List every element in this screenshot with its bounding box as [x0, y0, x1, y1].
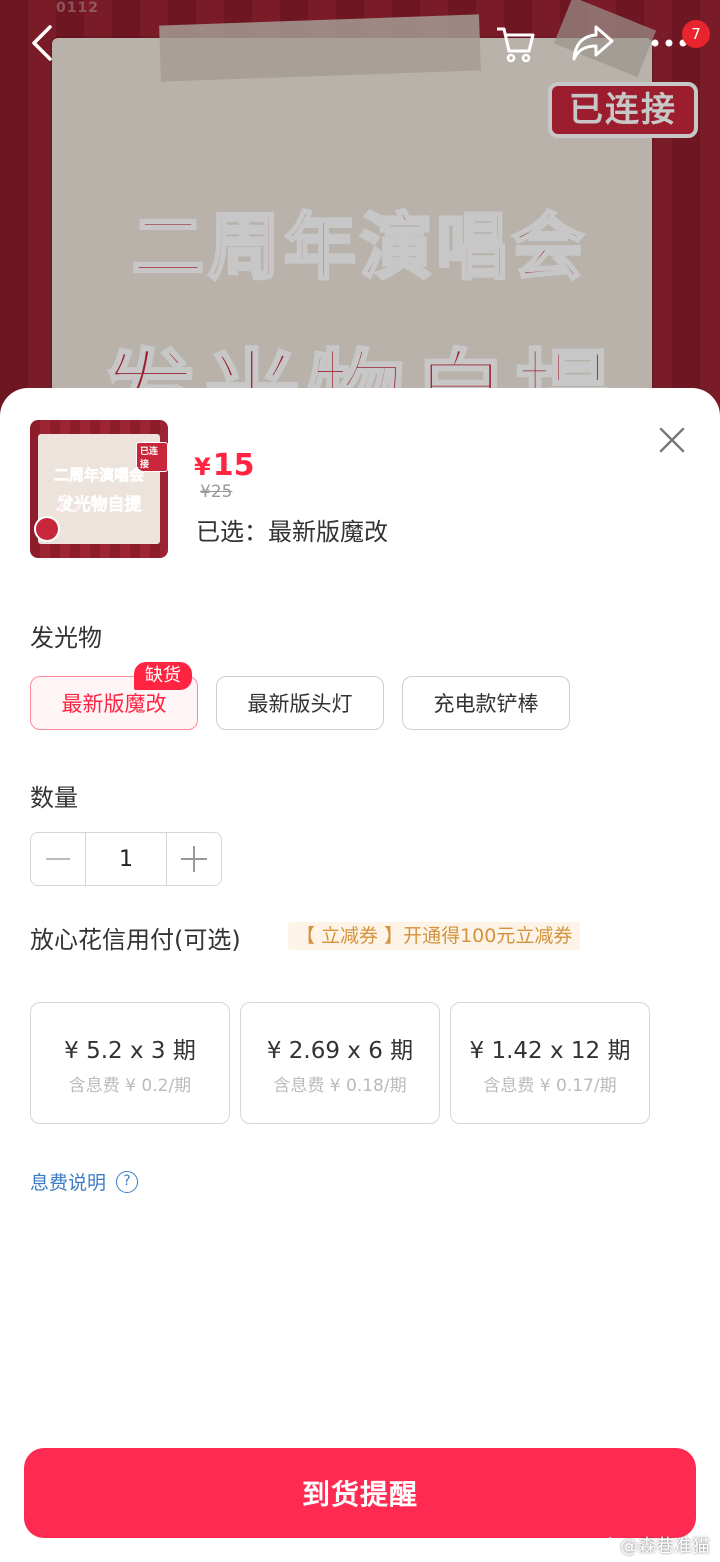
help-icon: ?: [116, 1170, 139, 1193]
plan-fee: 含息费 ¥ 0.18/期: [273, 1076, 407, 1096]
option-label: 最新版魔改: [61, 692, 167, 716]
plan-fee: 含息费 ¥ 0.2/期: [68, 1076, 192, 1096]
thumb-subtitle: 发光物自提: [56, 495, 142, 516]
option-label: 充电款铲棒: [433, 692, 539, 716]
share-button[interactable]: [568, 18, 618, 68]
plus-icon: [181, 846, 207, 872]
restock-reminder-button[interactable]: 到货提醒: [24, 1448, 696, 1538]
promo-tag: 【 立减券 】开通得100元立减券: [288, 922, 581, 950]
fee-link-label: 息费说明: [30, 1172, 107, 1194]
quantity-title: 数量: [30, 784, 78, 812]
share-icon: [572, 25, 614, 61]
out-of-stock-badge: 缺货: [134, 662, 192, 690]
watermark: @森巷准猫: [594, 1532, 710, 1558]
installment-plan-3[interactable]: ¥ 5.2 x 3 期 含息费 ¥ 0.2/期: [30, 1002, 230, 1124]
cart-button[interactable]: [490, 18, 540, 68]
option-label: 最新版头灯: [247, 692, 353, 716]
cart-icon: [497, 27, 535, 63]
notification-badge: 7: [682, 20, 710, 48]
increment-button[interactable]: [167, 833, 221, 885]
fee-explanation-link[interactable]: 息费说明 ?: [30, 1168, 139, 1195]
plan-amount: ¥ 2.69 x 6 期: [266, 1038, 414, 1064]
installment-plan-6[interactable]: ¥ 2.69 x 6 期 含息费 ¥ 0.18/期: [240, 1002, 440, 1124]
plan-amount: ¥ 1.42 x 12 期: [469, 1038, 631, 1064]
currency-symbol: ¥: [194, 453, 211, 481]
decrement-button[interactable]: [31, 833, 85, 885]
watermark-text: @森巷准猫: [620, 1536, 710, 1557]
close-button[interactable]: [652, 420, 692, 460]
original-price: ¥25: [200, 482, 233, 502]
weibo-icon: [594, 1537, 615, 1554]
current-price: ¥15: [194, 448, 254, 483]
thumb-title: 二周年演唱会: [53, 466, 145, 485]
option-group-title: 发光物: [30, 624, 102, 652]
selected-label: 已选：: [196, 518, 268, 546]
plan-amount: ¥ 5.2 x 3 期: [64, 1038, 196, 1064]
plan-fee: 含息费 ¥ 0.17/期: [483, 1076, 617, 1096]
payment-title: 放心花信用付(可选): [30, 926, 241, 954]
installment-plan-12[interactable]: ¥ 1.42 x 12 期 含息费 ¥ 0.17/期: [450, 1002, 650, 1124]
chevron-left-icon: [32, 25, 52, 61]
sku-selector-sheet: 已连接 二周年演唱会 发光物自提 ¥15 ¥25 已选：最新版魔改 发光物 最新…: [0, 388, 720, 1562]
quantity-stepper: 1: [30, 832, 222, 886]
product-thumbnail: 已连接 二周年演唱会 发光物自提: [30, 420, 168, 558]
minus-icon: [46, 858, 70, 860]
selected-value: 最新版魔改: [268, 518, 388, 546]
back-button[interactable]: [18, 18, 68, 68]
close-icon: [659, 427, 685, 453]
price-value: 15: [212, 448, 255, 483]
option-rechargeable-stick[interactable]: 充电款铲棒: [402, 676, 570, 730]
option-latest-headlamp[interactable]: 最新版头灯: [216, 676, 384, 730]
selected-sku: 已选：最新版魔改: [196, 512, 388, 547]
quantity-input[interactable]: 1: [85, 833, 167, 885]
